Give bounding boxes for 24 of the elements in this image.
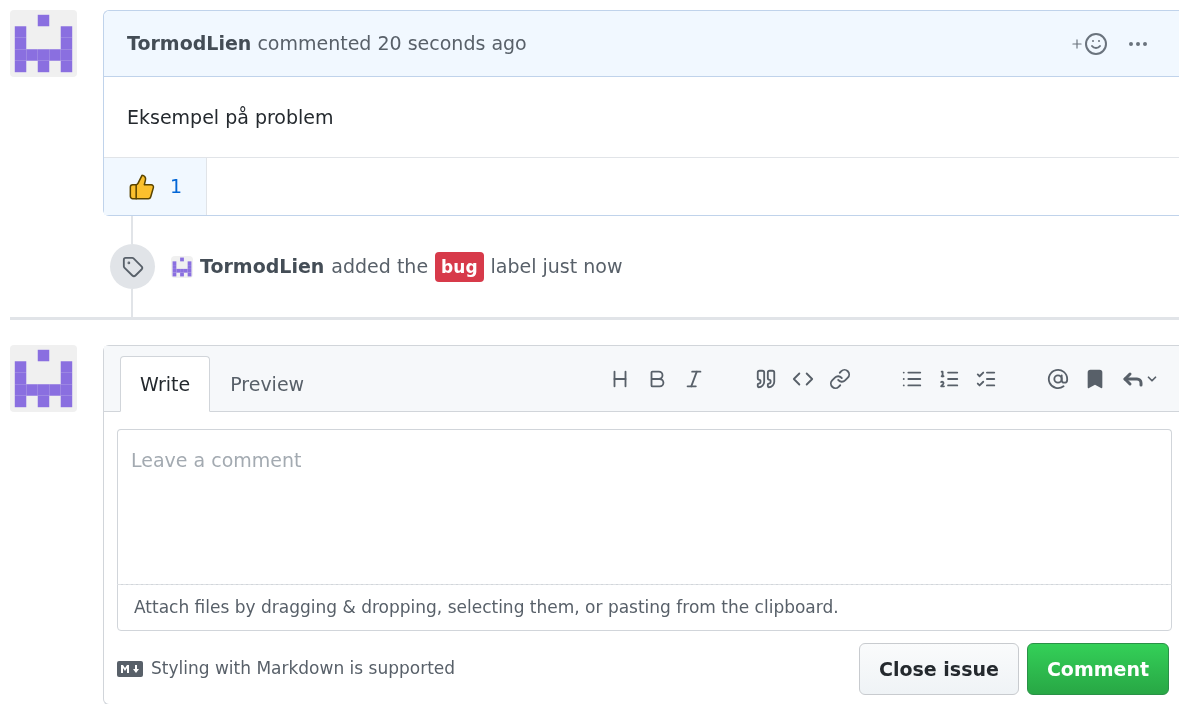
editor-tab[interactable]: Write: [120, 356, 211, 412]
event-time: label just now: [490, 254, 623, 280]
event-author[interactable]: TormodLien: [200, 252, 325, 281]
mention-icon[interactable]: [1047, 367, 1069, 390]
thumbs-up-icon: [127, 172, 156, 201]
avatar: [10, 10, 77, 77]
attach-area[interactable]: Attach files by dragging & dropping, selecting them, or pasting from the clipboard.: [117, 584, 1172, 631]
attach-hint: Attach files by dragging & dropping, selecting them, or pasting from the clipboard.: [134, 595, 839, 619]
close-issue-button[interactable]: Close issue: [859, 643, 1019, 695]
editor-tab[interactable]: Preview: [210, 356, 325, 412]
comment-body: Eksempel på problem: [127, 104, 334, 130]
comment-field[interactable]: Leave a comment: [117, 429, 1172, 584]
tag-icon: [121, 255, 144, 278]
event-text: added the: [331, 254, 429, 280]
reaction-button[interactable]: 1: [104, 158, 207, 215]
markdown-icon: [117, 661, 143, 677]
comment-header: TormodLien commented 20 seconds ago: [127, 31, 527, 57]
link-icon[interactable]: [829, 367, 851, 390]
markdown-note[interactable]: Styling with Markdown is supported: [151, 656, 456, 682]
bug-label[interactable]: bug: [435, 251, 484, 282]
avatar: [10, 345, 77, 412]
user-avatar: [171, 255, 193, 278]
quote-icon[interactable]: [755, 367, 777, 390]
add-reaction-icon[interactable]: [1070, 31, 1108, 56]
